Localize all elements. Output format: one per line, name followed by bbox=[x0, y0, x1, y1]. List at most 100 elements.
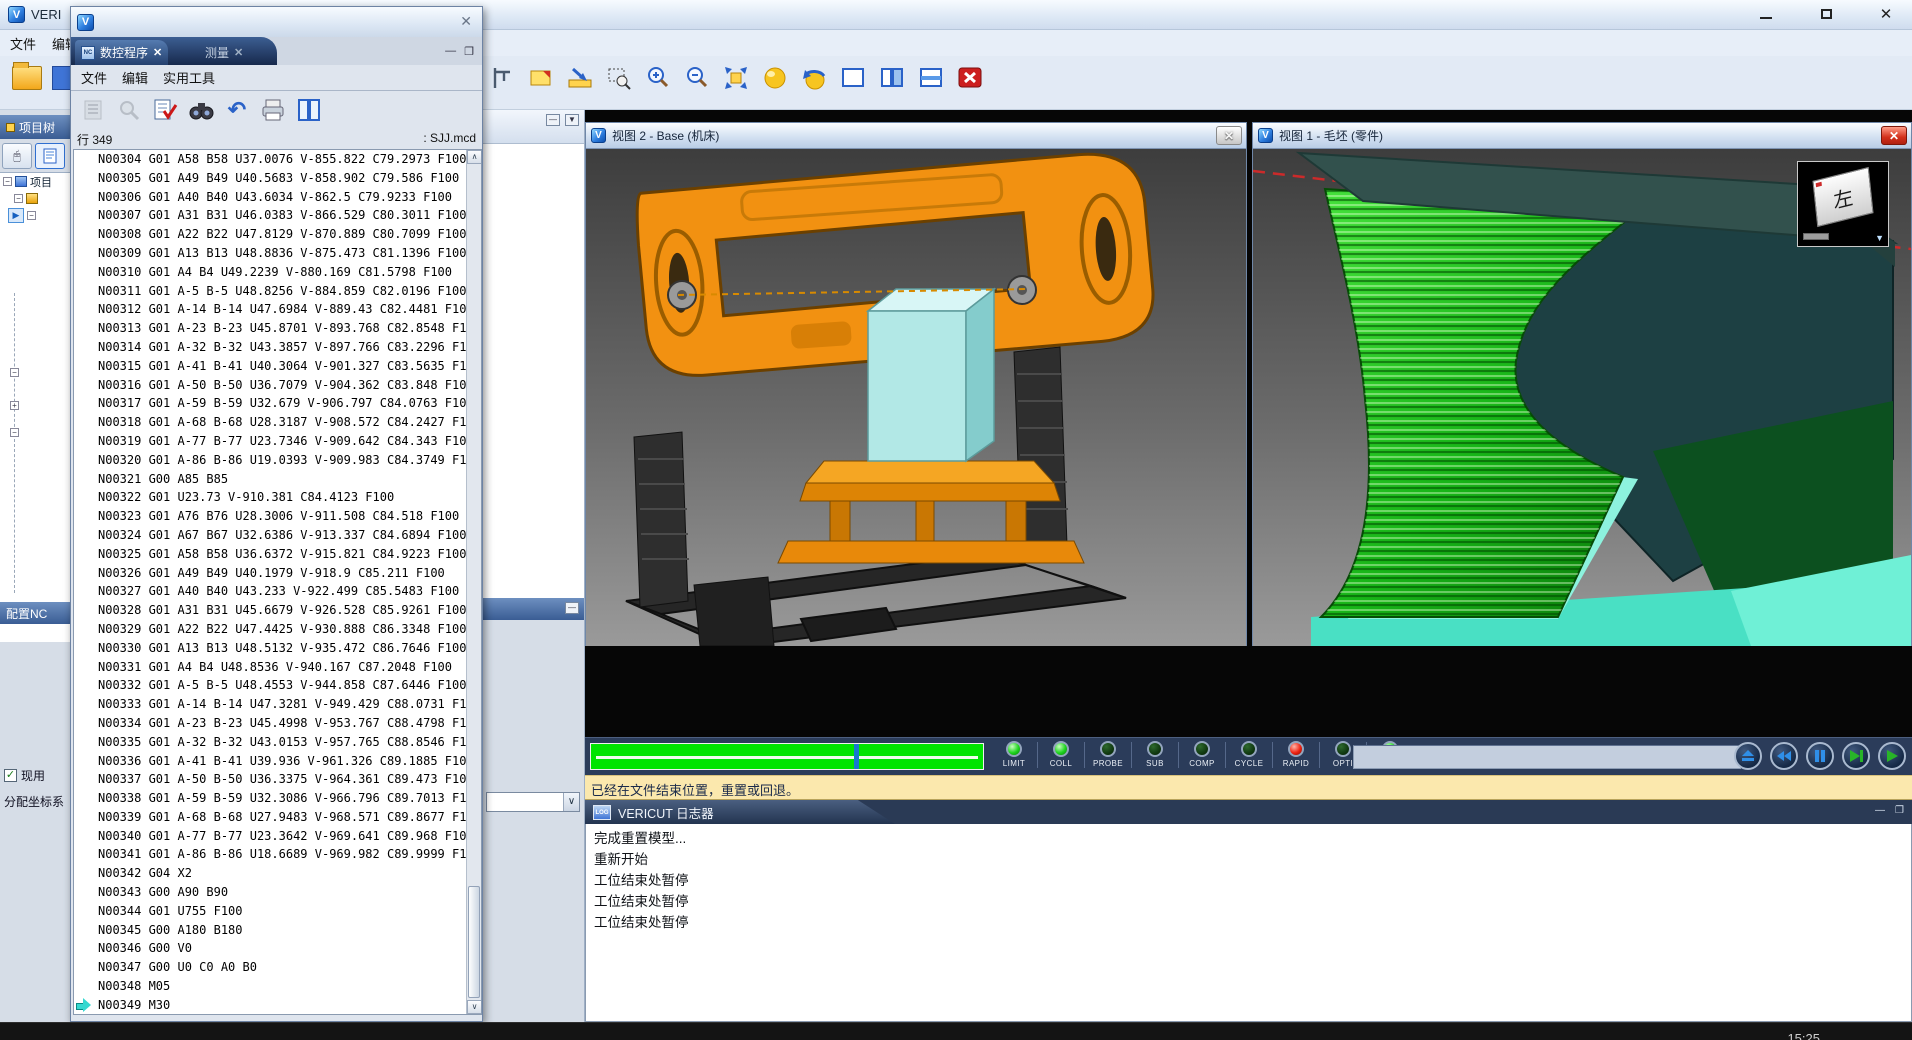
nav-dropdown-icon[interactable]: ▼ bbox=[1875, 233, 1884, 243]
nc-code-line[interactable]: N00309 G01 A13 B13 U48.8836 V-875.473 C8… bbox=[74, 244, 481, 263]
log-header[interactable]: LOG VERICUT 日志器 — ❐ bbox=[585, 800, 1912, 824]
tree-node-project[interactable]: −项目 bbox=[0, 173, 70, 190]
layout-columns-icon[interactable] bbox=[878, 64, 906, 92]
nc-code-line[interactable]: N00337 G01 A-50 B-50 U36.3375 V-964.361 … bbox=[74, 770, 481, 789]
nc-check-icon[interactable] bbox=[151, 96, 179, 124]
progress-bar[interactable] bbox=[590, 743, 984, 770]
maximize-button[interactable] bbox=[1808, 2, 1844, 26]
tree-node-machine[interactable]: − bbox=[0, 190, 70, 207]
zoom-out-icon[interactable] bbox=[683, 64, 711, 92]
nc-code-line[interactable]: N00325 G01 A58 B58 U36.6372 V-915.821 C8… bbox=[74, 545, 481, 564]
view2-titlebar[interactable]: V 视图 2 - Base (机床) ✕ bbox=[586, 123, 1246, 149]
undo-icon[interactable]: ↶ bbox=[223, 96, 251, 124]
nc-code-line[interactable]: N00318 G01 A-68 B-68 U28.3187 V-908.572 … bbox=[74, 413, 481, 432]
shade-icon[interactable] bbox=[761, 64, 789, 92]
search-program-icon[interactable] bbox=[115, 96, 143, 124]
menu-file[interactable]: 文件 bbox=[10, 34, 36, 53]
configure-nc-header[interactable]: 配置NC bbox=[0, 602, 70, 624]
nc-menu-file[interactable]: 文件 bbox=[81, 68, 107, 87]
nc-titlebar[interactable]: V ✕ bbox=[71, 7, 482, 37]
nc-code-line[interactable]: N00332 G01 A-5 B-5 U48.4553 V-944.858 C8… bbox=[74, 676, 481, 695]
nc-code-line[interactable]: N00312 G01 A-14 B-14 U47.6984 V-889.43 C… bbox=[74, 300, 481, 319]
mouse-mode-icon[interactable]: 🖰 bbox=[2, 143, 32, 169]
section-minimize-icon[interactable]: — bbox=[565, 602, 579, 614]
nc-code-line[interactable]: N00346 G00 V0 bbox=[74, 939, 481, 958]
nc-code-line[interactable]: N00330 G01 A13 B13 U48.5132 V-935.472 C8… bbox=[74, 639, 481, 658]
nc-code-line[interactable]: N00349 M30 bbox=[74, 996, 481, 1015]
nc-scrollbar[interactable]: ∧ ∨ bbox=[466, 150, 481, 1014]
columns-icon[interactable] bbox=[295, 96, 323, 124]
rotate-view-icon[interactable] bbox=[800, 64, 828, 92]
step-to-end-button[interactable] bbox=[1842, 742, 1870, 770]
nc-code-line[interactable]: N00323 G01 A76 B76 U28.3006 V-911.508 C8… bbox=[74, 507, 481, 526]
tree-collapse-box[interactable]: − bbox=[10, 428, 19, 437]
tree-node-current[interactable]: ▶− bbox=[0, 207, 70, 224]
nc-float-icon[interactable]: ❐ bbox=[464, 45, 474, 58]
nc-code-line[interactable]: N00329 G01 A22 B22 U47.4425 V-930.888 C8… bbox=[74, 620, 481, 639]
override-field[interactable] bbox=[1353, 745, 1741, 769]
coord-system-combobox[interactable]: ∨ bbox=[486, 792, 580, 812]
zoom-window-icon[interactable] bbox=[605, 64, 633, 92]
nc-code-line[interactable]: N00348 M05 bbox=[74, 977, 481, 996]
active-checkbox[interactable]: ✓ bbox=[4, 769, 17, 782]
document-mode-icon[interactable] bbox=[35, 143, 65, 169]
nc-code-line[interactable]: N00319 G01 A-77 B-77 U23.7346 V-909.642 … bbox=[74, 432, 481, 451]
nc-close-icon[interactable]: ✕ bbox=[460, 13, 472, 30]
nc-code-line[interactable]: N00344 G01 U755 F100 bbox=[74, 902, 481, 921]
nc-menu-edit[interactable]: 编辑 bbox=[122, 68, 148, 87]
nc-code-line[interactable]: N00316 G01 A-50 B-50 U36.7079 V-904.362 … bbox=[74, 376, 481, 395]
view2-viewport[interactable] bbox=[586, 149, 1246, 646]
led-cycle[interactable]: CYCLE bbox=[1228, 741, 1270, 768]
scroll-down-icon[interactable]: ∨ bbox=[467, 1000, 482, 1014]
nc-code-line[interactable]: N00341 G01 A-86 B-86 U18.6689 V-969.982 … bbox=[74, 845, 481, 864]
nc-code-line[interactable]: N00347 G00 U0 C0 A0 B0 bbox=[74, 958, 481, 977]
tab-measure[interactable]: 测量 ✕ bbox=[199, 40, 249, 65]
nc-code-line[interactable]: N00345 G00 A180 B180 bbox=[74, 921, 481, 940]
view2-close-icon[interactable]: ✕ bbox=[1216, 126, 1242, 145]
log-float-icon[interactable]: ❐ bbox=[1895, 805, 1904, 817]
panel-minimize-icon[interactable]: — bbox=[546, 114, 560, 126]
led-probe[interactable]: PROBE bbox=[1087, 741, 1129, 768]
led-coll[interactable]: COLL bbox=[1040, 741, 1082, 768]
note-icon[interactable] bbox=[527, 64, 555, 92]
log-minimize-icon[interactable]: — bbox=[1875, 805, 1885, 817]
nc-code-line[interactable]: N00327 G01 A40 B40 U43.233 V-922.499 C85… bbox=[74, 582, 481, 601]
tree-collapse-box[interactable]: − bbox=[10, 368, 19, 377]
play-button[interactable] bbox=[1878, 742, 1906, 770]
nc-code-area[interactable]: N00304 G01 A58 B58 U37.0076 V-855.822 C7… bbox=[73, 149, 482, 1015]
nc-code-line[interactable]: N00320 G01 A-86 B-86 U19.0393 V-909.983 … bbox=[74, 451, 481, 470]
nc-code-line[interactable]: N00331 G01 A4 B4 U48.8536 V-940.167 C87.… bbox=[74, 658, 481, 677]
zoom-in-icon[interactable] bbox=[644, 64, 672, 92]
tree-expand-box[interactable]: + bbox=[10, 401, 19, 410]
close-views-icon[interactable] bbox=[956, 64, 984, 92]
nc-code-line[interactable]: N00310 G01 A4 B4 U49.2239 V-880.169 C81.… bbox=[74, 263, 481, 282]
view1-titlebar[interactable]: V 视图 1 - 毛坯 (零件) ✕ bbox=[1253, 123, 1911, 149]
program-list-icon[interactable] bbox=[79, 96, 107, 124]
nc-code-line[interactable]: N00324 G01 A67 B67 U32.6386 V-913.337 C8… bbox=[74, 526, 481, 545]
nc-code-line[interactable]: N00321 G00 A85 B85 bbox=[74, 470, 481, 489]
layout-single-icon[interactable] bbox=[839, 64, 867, 92]
layout-rows-icon[interactable] bbox=[917, 64, 945, 92]
tab-close-icon[interactable]: ✕ bbox=[234, 46, 243, 59]
panel-pin-icon[interactable]: ▼ bbox=[565, 114, 579, 126]
tab-close-icon[interactable]: ✕ bbox=[153, 46, 162, 59]
nc-code-line[interactable]: N00314 G01 A-32 B-32 U43.3857 V-897.766 … bbox=[74, 338, 481, 357]
find-binoculars-icon[interactable] bbox=[187, 96, 215, 124]
view1-close-icon[interactable]: ✕ bbox=[1881, 126, 1907, 145]
open-file-icon[interactable] bbox=[12, 66, 42, 90]
nc-code-line[interactable]: N00328 G01 A31 B31 U45.6679 V-926.528 C8… bbox=[74, 601, 481, 620]
nc-code-line[interactable]: N00333 G01 A-14 B-14 U47.3281 V-949.429 … bbox=[74, 695, 481, 714]
nc-code-line[interactable]: N00336 G01 A-41 B-41 U39.936 V-961.326 C… bbox=[74, 752, 481, 771]
combo-dropdown-icon[interactable]: ∨ bbox=[563, 793, 579, 811]
nc-minimize-icon[interactable]: — bbox=[445, 45, 456, 58]
nc-code-line[interactable]: N00308 G01 A22 B22 U47.8129 V-870.889 C8… bbox=[74, 225, 481, 244]
nc-code-line[interactable]: N00340 G01 A-77 B-77 U23.3642 V-969.641 … bbox=[74, 827, 481, 846]
nc-code-line[interactable]: N00338 G01 A-59 B-59 U32.3086 V-966.796 … bbox=[74, 789, 481, 808]
led-limit[interactable]: LIMIT bbox=[993, 741, 1035, 768]
led-rapid[interactable]: RAPID bbox=[1275, 741, 1317, 768]
nc-code-line[interactable]: N00342 G04 X2 bbox=[74, 864, 481, 883]
led-comp[interactable]: COMP bbox=[1181, 741, 1223, 768]
nc-code-line[interactable]: N00334 G01 A-23 B-23 U45.4998 V-953.767 … bbox=[74, 714, 481, 733]
nc-code-line[interactable]: N00304 G01 A58 B58 U37.0076 V-855.822 C7… bbox=[74, 150, 481, 169]
nc-code-line[interactable]: N00317 G01 A-59 B-59 U32.679 V-906.797 C… bbox=[74, 394, 481, 413]
